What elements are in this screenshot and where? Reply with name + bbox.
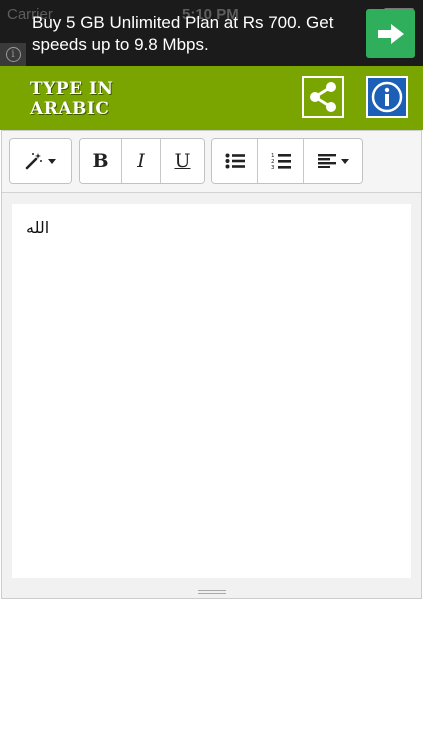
align-button[interactable]	[304, 139, 362, 183]
underline-label: U	[174, 149, 191, 172]
underline-button[interactable]: U	[161, 139, 204, 183]
italic-label: I	[137, 149, 145, 172]
ad-banner[interactable]: Carrier 5:10 PM Buy 5 GB Unlimited Plan …	[0, 0, 423, 66]
paragraph-group: 1 2 3	[211, 138, 363, 184]
app-title: TYPE IN ARABIC	[30, 79, 114, 119]
bullet-list-icon	[225, 153, 245, 169]
share-icon	[310, 82, 336, 112]
ad-info-icon[interactable]: i	[0, 43, 26, 66]
app-header: TYPE IN ARABIC	[0, 66, 423, 130]
numbered-list-button[interactable]: 1 2 3	[258, 139, 304, 183]
numbered-list-icon: 1 2 3	[271, 153, 291, 170]
format-group: B I U	[79, 138, 205, 184]
style-group	[9, 138, 72, 184]
info-icon	[371, 81, 403, 113]
ad-cta-button[interactable]	[366, 9, 415, 58]
chevron-down-icon	[340, 158, 349, 164]
editor-content-text[interactable]: الله	[26, 218, 397, 237]
info-button[interactable]	[366, 76, 408, 118]
share-button[interactable]	[302, 76, 344, 118]
app-screen: Carrier 5:10 PM Buy 5 GB Unlimited Plan …	[0, 0, 423, 750]
bold-label: B	[92, 149, 109, 172]
bold-button[interactable]: B	[80, 139, 122, 183]
align-left-icon	[317, 154, 336, 168]
style-button[interactable]	[10, 139, 71, 183]
editor-toolbar: B I U 1 2 3	[2, 131, 421, 193]
rich-text-editor: B I U 1 2 3 الله	[1, 130, 422, 599]
editor-content-area[interactable]: الله	[12, 204, 411, 578]
arrow-right-icon	[377, 23, 404, 44]
svg-text:3: 3	[271, 165, 275, 170]
ad-text[interactable]: Buy 5 GB Unlimited Plan at Rs 700. Get s…	[32, 12, 352, 56]
italic-button[interactable]: I	[122, 139, 161, 183]
bullet-list-button[interactable]	[212, 139, 258, 183]
magic-wand-icon	[25, 153, 42, 170]
resize-handle[interactable]	[198, 590, 226, 596]
chevron-down-icon	[48, 158, 56, 164]
